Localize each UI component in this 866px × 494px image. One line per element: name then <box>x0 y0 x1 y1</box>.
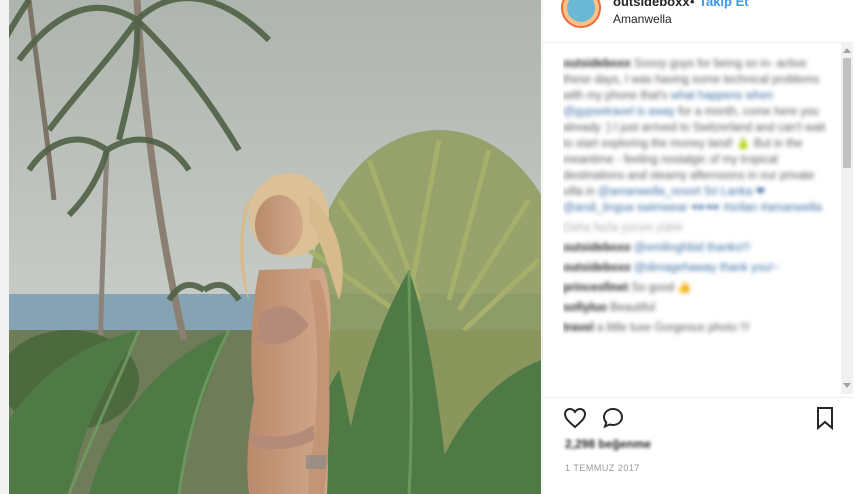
photo-scene <box>9 0 541 494</box>
post-actions: 2,298 beğenme <box>543 397 855 458</box>
caption: outsideboxx Soooy guys for being so in- … <box>563 56 831 216</box>
comment-user[interactable]: princesfinet <box>563 282 628 294</box>
post-header: outsideboxx • Takip Et Amanwella <box>543 0 855 43</box>
comments-list: outsideboxx Soooy guys for being so in- … <box>563 56 831 396</box>
scroll-up-icon[interactable] <box>843 48 851 53</box>
post-modal: outsideboxx • Takip Et Amanwella outside… <box>0 0 866 494</box>
comment-item: outsideboxx @dimagehaway thank you!~ <box>563 260 831 276</box>
scrollbar-thumb[interactable] <box>843 58 851 168</box>
comment-item: sofiyluo Beautiful <box>563 300 831 316</box>
comment-item: princesfinet So good 👍 <box>563 280 831 296</box>
caption-line: Soooy guys for being so in- <box>633 58 774 70</box>
post-photo[interactable] <box>9 0 541 494</box>
comment-user[interactable]: sofiyluo <box>563 302 607 314</box>
caption-line: #amanwella <box>760 202 822 214</box>
post-side-panel: outsideboxx • Takip Et Amanwella outside… <box>542 0 855 494</box>
avatar[interactable] <box>561 0 601 28</box>
backdrop-strip <box>0 0 9 494</box>
separator-dot: • <box>690 0 695 9</box>
load-more-comments[interactable]: Daha fazla yorum yükle <box>563 220 831 236</box>
comment-text: Beautiful <box>610 302 656 314</box>
scroll-down-icon[interactable] <box>843 383 851 388</box>
location-link[interactable]: Amanwella <box>613 12 672 26</box>
comment-item: outsideboxx @emilinghbid thanks!!! <box>563 240 831 256</box>
comment-item: travel a little luxe Gorgeous photo !!! <box>563 320 831 336</box>
comment-text: a little luxe Gorgeous photo !!! <box>596 322 750 334</box>
username-link[interactable]: outsideboxx <box>613 0 690 9</box>
caption-user[interactable]: outsideboxx <box>563 58 631 70</box>
comment-icon[interactable] <box>601 406 625 430</box>
caption-line: @amanwella_resort Sri Lanka ❤ <box>598 186 766 198</box>
caption-line: start exploring the money land! 🍐 <box>575 138 751 150</box>
comment-text: So good 👍 <box>631 282 692 294</box>
comments-scrollbar[interactable] <box>841 42 853 394</box>
heart-icon[interactable] <box>563 406 587 430</box>
caption-line: @andi_lingua swimwear 🕶🕶 #srilan <box>563 202 758 214</box>
comment-text: @dimagehaway thank you!~ <box>633 262 780 274</box>
comment-text: @emilinghbid thanks!!! <box>633 242 751 254</box>
likes-count[interactable]: 2,298 beğenme <box>565 437 651 451</box>
comment-user[interactable]: outsideboxx <box>563 242 631 254</box>
follow-button[interactable]: Takip Et <box>699 0 749 9</box>
post-date: 1 TEMMUZ 2017 <box>565 463 640 473</box>
right-gutter <box>854 0 866 494</box>
comment-user[interactable]: travel <box>563 322 594 334</box>
comment-user[interactable]: outsideboxx <box>563 262 631 274</box>
bookmark-icon[interactable] <box>813 406 837 430</box>
